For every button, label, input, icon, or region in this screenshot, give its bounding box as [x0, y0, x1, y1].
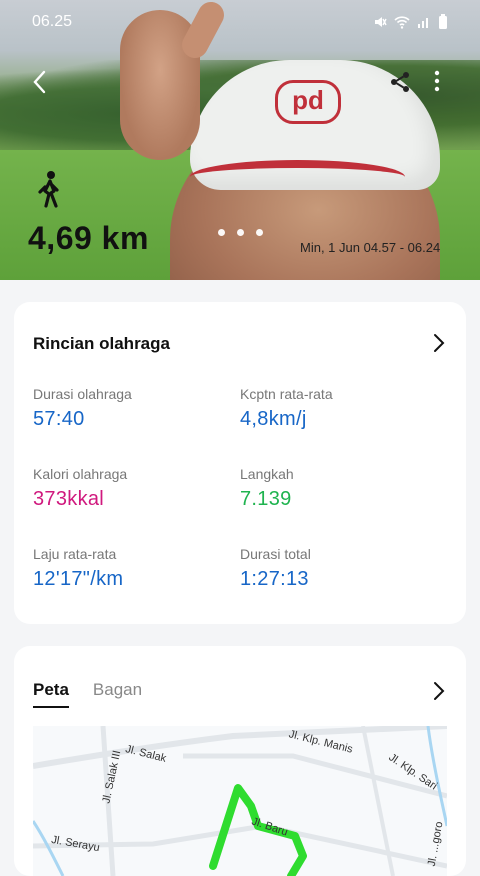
workout-details-card[interactable]: Rincian olahraga Durasi olahraga 57:40 K…: [14, 302, 466, 624]
back-button[interactable]: [30, 68, 54, 98]
walking-icon: [36, 170, 62, 210]
metric-label: Langkah: [240, 466, 294, 482]
metric-label: Kalori olahraga: [33, 466, 128, 482]
wifi-icon: [394, 15, 410, 33]
distance-value: 4,69 km: [28, 220, 149, 256]
share-button[interactable]: [389, 70, 411, 94]
page-dot: [256, 229, 263, 236]
metric-steps: Langkah 7.139: [240, 466, 440, 511]
tab-map[interactable]: Peta: [33, 680, 69, 708]
details-title: Rincian olahraga: [33, 334, 170, 353]
mute-icon: [373, 15, 387, 33]
details-open-button[interactable]: [432, 332, 446, 354]
metric-label: Laju rata-rata: [33, 546, 117, 562]
metric-value: 4,8km/j: [240, 408, 307, 430]
photo-page-indicator[interactable]: [218, 229, 263, 236]
metric-total-duration: Durasi total 1:27:13: [240, 546, 440, 591]
metric-value: 57:40: [33, 408, 85, 430]
metric-avg-pace: Laju rata-rata 12'17"/km: [33, 546, 233, 591]
map-tabs: Peta Bagan: [33, 680, 142, 708]
signal-icon: [417, 15, 431, 33]
map-open-button[interactable]: [432, 680, 446, 702]
page-dot: [237, 229, 244, 236]
status-time: 06.25: [32, 13, 73, 30]
cap-logo: pd: [275, 80, 341, 124]
more-options-button[interactable]: [430, 70, 444, 96]
metric-duration: Durasi olahraga 57:40: [33, 386, 233, 431]
metric-value: 12'17"/km: [33, 568, 124, 590]
more-vertical-icon: [434, 70, 440, 92]
metric-avg-speed: Kcptn rata-rata 4,8km/j: [240, 386, 440, 431]
metric-value: 7.139: [240, 488, 292, 510]
chevron-right-icon: [434, 682, 445, 700]
chevron-left-icon: [33, 70, 46, 94]
status-icons: [373, 14, 448, 33]
cap-brim: [190, 160, 405, 194]
chevron-right-icon: [434, 334, 445, 352]
metric-label: Durasi olahraga: [33, 386, 132, 402]
workout-date-range: Min, 1 Jun 04.57 - 06.24: [300, 240, 441, 255]
map-card: Peta Bagan Jl. Klp. Manis Jl. Salak Jl. …: [14, 646, 466, 876]
share-icon: [391, 72, 409, 92]
metric-label: Durasi total: [240, 546, 311, 562]
metric-value: 373kkal: [33, 488, 105, 510]
page-dot: [218, 229, 225, 236]
metric-calories: Kalori olahraga 373kkal: [33, 466, 233, 511]
metric-label: Kcptn rata-rata: [240, 386, 333, 402]
metric-value: 1:27:13: [240, 568, 309, 590]
tab-chart[interactable]: Bagan: [93, 680, 142, 708]
battery-icon: [438, 14, 448, 33]
